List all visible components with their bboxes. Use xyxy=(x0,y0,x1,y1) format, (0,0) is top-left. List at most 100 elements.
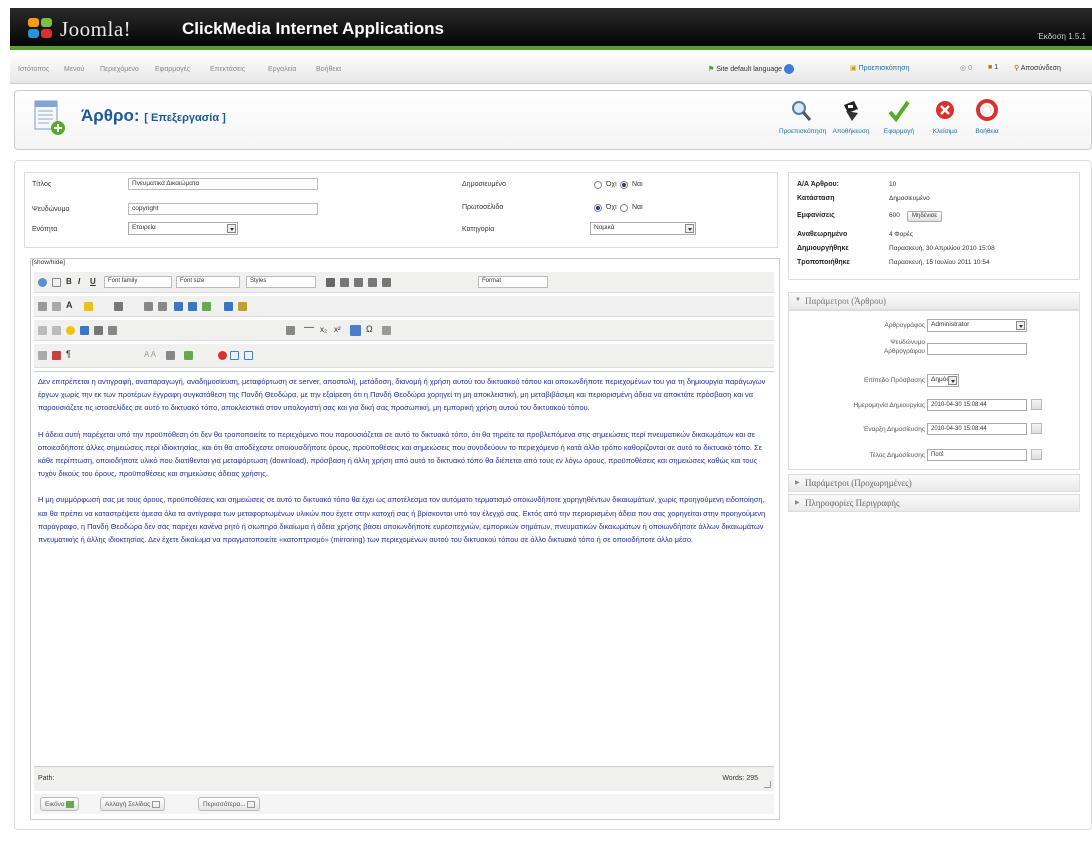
redo-icon[interactable] xyxy=(52,326,61,335)
page-break-button[interactable]: Αλλαγή Σελίδας xyxy=(100,797,166,811)
publish-end-input[interactable]: Ποτέ xyxy=(927,449,1027,461)
site-name: ClickMedia Internet Applications xyxy=(182,19,444,38)
undo-icon[interactable] xyxy=(38,326,47,335)
special-char-icon[interactable]: Ω xyxy=(366,324,373,334)
author-select[interactable]: Administrator xyxy=(927,319,1027,332)
title-input[interactable]: Πνευματικά Δικαιώματα xyxy=(128,178,318,190)
new-document-icon[interactable] xyxy=(52,278,61,287)
fullscreen-icon[interactable] xyxy=(218,351,227,360)
preview-link[interactable]: ▣ Προεπισκόπηση xyxy=(850,64,909,72)
reset-hits-button[interactable]: Μηδένισε xyxy=(907,211,943,222)
align-center-icon[interactable] xyxy=(354,278,363,287)
underline-icon[interactable]: U xyxy=(90,277,96,286)
highlight-icon[interactable] xyxy=(84,302,93,311)
menu-item-help[interactable]: Βοήθεια xyxy=(316,66,341,73)
publish-start-input[interactable]: 2010-04-30 15:08:44 xyxy=(927,423,1027,435)
frontpage-yes-label: Ναι xyxy=(632,204,643,211)
logout-link[interactable]: ⚲ Αποσύνδεση xyxy=(1014,64,1061,72)
emoticon-icon[interactable] xyxy=(66,326,75,335)
language-status[interactable]: ⚑ Site default language xyxy=(708,64,794,74)
article-icon xyxy=(33,99,67,137)
bold-icon[interactable]: B xyxy=(66,277,72,286)
paragraph-icon[interactable]: ¶ xyxy=(66,349,71,359)
table-icon[interactable] xyxy=(108,326,117,335)
source-code-icon[interactable] xyxy=(244,351,253,360)
menu-item-components[interactable]: Εφαρμογές xyxy=(155,66,190,73)
editor-toolbar-row-2: A xyxy=(34,296,774,317)
visual-aid-icon[interactable] xyxy=(350,325,361,336)
template-icon[interactable] xyxy=(166,351,175,360)
created-date-input[interactable]: 2010-04-30 15:08:44 xyxy=(927,399,1027,411)
subscript-icon[interactable]: x₂ xyxy=(320,325,327,334)
cleanup-icon[interactable] xyxy=(238,302,247,311)
strikethrough-icon[interactable] xyxy=(326,278,335,287)
menu-item-site[interactable]: Ιστότοπος xyxy=(18,66,49,73)
menu-item-menus[interactable]: Μενού xyxy=(64,66,84,73)
editor-content[interactable]: Δεν επιτρέπεται η αντιγραφή, αναπαραγωγή… xyxy=(34,371,774,764)
align-right-icon[interactable] xyxy=(368,278,377,287)
show-hide-toggle[interactable]: [show/hide] xyxy=(32,259,65,266)
menu-item-tools[interactable]: Εργαλεία xyxy=(268,66,296,73)
save-button-label: Αποθήκευση xyxy=(832,128,870,135)
category-select[interactable]: Νομικά xyxy=(590,222,696,235)
attributes-icon[interactable] xyxy=(38,351,47,360)
preview-box-icon[interactable] xyxy=(230,351,239,360)
messages-status[interactable]: ◎ 0 xyxy=(960,64,972,72)
media-icon[interactable] xyxy=(94,326,103,335)
font-family-select[interactable]: Font family xyxy=(104,276,172,288)
superscript-icon[interactable]: x² xyxy=(334,325,341,334)
calendar-icon[interactable] xyxy=(1031,449,1042,460)
print-icon[interactable] xyxy=(382,326,391,335)
image-icon[interactable] xyxy=(80,326,89,335)
style-icon[interactable] xyxy=(52,351,61,360)
copy-icon[interactable] xyxy=(188,302,197,311)
indent-icon[interactable] xyxy=(114,302,123,311)
help-icon[interactable] xyxy=(38,278,47,287)
bullet-list-icon[interactable] xyxy=(144,302,153,311)
apply-button[interactable]: Εφαρμογή xyxy=(877,99,921,143)
anchor-icon[interactable] xyxy=(224,302,233,311)
save-button[interactable]: Αποθήκευση xyxy=(829,99,873,143)
published-no-radio[interactable] xyxy=(594,181,602,189)
italic-icon[interactable]: I xyxy=(78,277,80,286)
menu-item-extensions[interactable]: Επεκτάσεις xyxy=(210,66,245,73)
format-select[interactable]: Format xyxy=(478,276,548,288)
frontpage-yes-radio[interactable] xyxy=(620,204,628,212)
created-value: Παρασκευή, 30 Απριλίου 2010 15:08 xyxy=(889,245,995,252)
resize-handle-icon[interactable] xyxy=(764,781,771,788)
align-left-icon[interactable] xyxy=(340,278,349,287)
font-size-select[interactable]: Font size xyxy=(176,276,240,288)
layer-icon[interactable] xyxy=(286,326,295,335)
calendar-icon[interactable] xyxy=(1031,423,1042,434)
help-button[interactable]: Βοήθεια xyxy=(965,99,1009,143)
cut-icon[interactable] xyxy=(174,302,183,311)
section-select[interactable]: Εταιρεία xyxy=(128,222,238,235)
horizontal-rule-icon[interactable]: — xyxy=(304,322,314,333)
read-more-button[interactable]: Περισσότερα... xyxy=(198,797,261,811)
published-yes-radio[interactable] xyxy=(620,181,628,189)
calendar-icon[interactable] xyxy=(1031,399,1042,410)
preview-button[interactable]: Προεπισκόπηση xyxy=(779,99,826,143)
paste-icon[interactable] xyxy=(202,302,211,311)
access-level-select[interactable]: Δημόσιο xyxy=(927,374,959,387)
header-bar: Joomla! ClickMedia Internet Applications… xyxy=(10,8,1092,50)
publish-start-label: Έναρξη Δημοσίευσης xyxy=(863,426,925,433)
menu-item-content[interactable]: Περιεχόμενο xyxy=(100,66,139,73)
align-justify-icon[interactable] xyxy=(382,278,391,287)
find-icon[interactable] xyxy=(38,302,47,311)
numbered-list-icon[interactable] xyxy=(158,302,167,311)
close-button[interactable]: Κλείσιμο xyxy=(923,99,967,143)
replace-icon[interactable] xyxy=(52,302,61,311)
font-size-up-icon[interactable]: A A xyxy=(144,350,156,359)
font-color-icon[interactable]: A xyxy=(66,300,73,310)
params-advanced-toggle[interactable]: ▶ Παράμετροι (Προχωρημένες) xyxy=(788,474,1080,492)
alias-input[interactable]: copyright xyxy=(128,203,318,215)
users-status[interactable]: ■ 1 xyxy=(988,64,998,71)
frontpage-no-radio[interactable] xyxy=(594,204,602,212)
params-article-toggle[interactable]: ▼ Παράμετροι (Άρθρου) xyxy=(788,292,1080,310)
styles-select[interactable]: Styles xyxy=(246,276,316,288)
spellcheck-icon[interactable] xyxy=(184,351,193,360)
insert-image-button[interactable]: Εικόνα xyxy=(40,797,80,811)
metadata-toggle[interactable]: ▶ Πληροφορίες Περιγραφής xyxy=(788,494,1080,512)
author-alias-input[interactable] xyxy=(927,343,1027,355)
